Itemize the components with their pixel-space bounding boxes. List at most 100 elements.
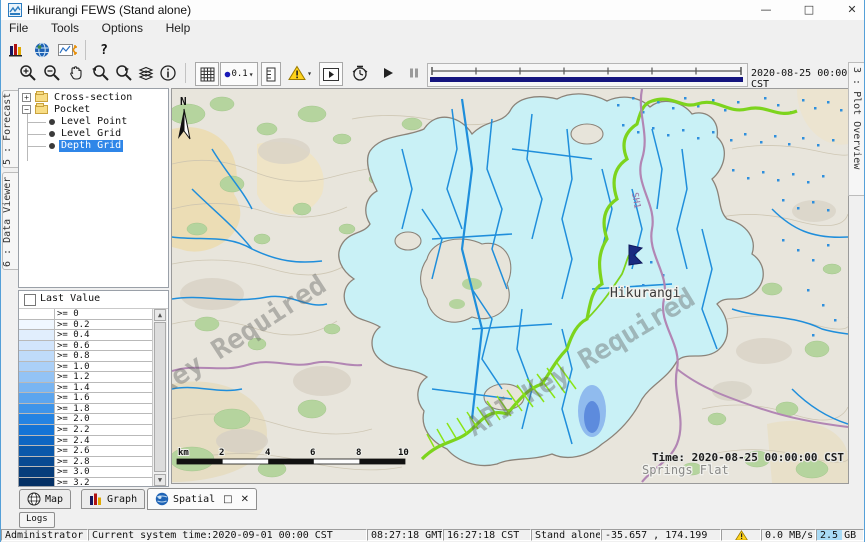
chevron-down-icon: ▾ xyxy=(307,69,312,78)
tree-node-depth-grid[interactable]: Depth Grid xyxy=(19,140,168,152)
scale-ruler-button[interactable] xyxy=(261,62,281,86)
database-chart-icon[interactable] xyxy=(5,39,27,61)
tab-maximize-icon[interactable]: □ xyxy=(223,494,232,505)
menu-bar: File Tools Options Help xyxy=(1,20,865,38)
minimize-button[interactable]: — xyxy=(746,0,786,20)
legend-swatch xyxy=(19,383,55,393)
timeline-slider[interactable] xyxy=(427,63,748,87)
animation-panel-button[interactable] xyxy=(319,62,343,86)
menu-tools[interactable]: Tools xyxy=(43,20,87,35)
map-toolbar: 0.1 ▾ ▾ xyxy=(1,60,865,89)
sidebar-tab-forecast[interactable]: 5 : Forecast xyxy=(2,90,19,168)
bar-chart-icon xyxy=(89,492,103,506)
zoom-out-icon[interactable] xyxy=(41,62,63,84)
blue-globe-icon xyxy=(155,492,169,506)
status-local-time: 16:27:18 CST xyxy=(443,529,531,541)
legend-row: >= 0.4 xyxy=(19,330,153,341)
legend-swatch xyxy=(19,320,55,330)
status-warning[interactable] xyxy=(721,529,761,541)
scroll-up-icon[interactable]: ▲ xyxy=(154,309,166,321)
status-network-speed: 0.0 MB/s xyxy=(761,529,816,541)
scroll-down-icon[interactable]: ▼ xyxy=(154,474,166,486)
tab-map[interactable]: Map xyxy=(19,489,71,509)
legend-swatch xyxy=(19,351,55,361)
svg-text:4: 4 xyxy=(265,448,271,458)
map-globe-icon[interactable] xyxy=(31,39,53,61)
sidebar-tab-plot-overview[interactable]: 3 : Plot Overview xyxy=(848,62,865,196)
legend-scrollbar[interactable]: ▲ ▼ xyxy=(152,309,167,486)
svg-text:6: 6 xyxy=(310,448,315,458)
svg-text:N: N xyxy=(180,95,187,108)
legend-row: >= 2.0 xyxy=(19,414,153,425)
depth-legend-panel: Last Value >= 0 >= 0.2 >= 0.4 >= 0.6 >= … xyxy=(18,290,169,487)
logs-row: Logs xyxy=(1,511,865,528)
zoom-previous-icon[interactable] xyxy=(89,62,111,84)
zoom-in-icon[interactable] xyxy=(17,62,39,84)
map-time-label: Time: 2020-08-25 00:00:00 CST xyxy=(652,451,844,464)
tree-node-level-point[interactable]: Level Point xyxy=(19,116,168,128)
tab-spatial[interactable]: Spatial □ ✕ xyxy=(147,488,257,510)
window-title: Hikurangi FEWS (Stand alone) xyxy=(27,3,191,17)
legend-row: >= 0.8 xyxy=(19,351,153,362)
sidebar-tab-data-viewer[interactable]: 6 : Data Viewer xyxy=(2,172,19,270)
layers-icon[interactable] xyxy=(135,62,157,84)
legend-row: >= 0.2 xyxy=(19,320,153,331)
status-bar: Administrator Current system time:2020-0… xyxy=(1,528,865,542)
logs-button[interactable]: Logs xyxy=(19,512,55,528)
legend-row: >= 1.8 xyxy=(19,404,153,415)
legend-row: >= 2.2 xyxy=(19,425,153,436)
spatial-map-view[interactable]: SH1 Hikurangi Springs Flat API Key Requi… xyxy=(171,88,849,484)
contour-interval-dropdown[interactable]: 0.1 ▾ xyxy=(220,62,258,86)
thresholds-warning-dropdown[interactable]: ▾ xyxy=(285,62,315,84)
app-logo-icon xyxy=(8,3,22,17)
legend-swatch xyxy=(19,425,55,435)
status-mode: Stand alone xyxy=(531,529,601,541)
legend-swatch xyxy=(19,362,55,372)
expand-icon[interactable]: + xyxy=(22,93,31,102)
folder-icon xyxy=(35,93,48,102)
tree-node-level-grid[interactable]: Level Grid xyxy=(19,128,168,140)
menu-help[interactable]: Help xyxy=(158,20,199,35)
status-gmt-time: 08:27:18 GMT xyxy=(367,529,443,541)
info-icon[interactable] xyxy=(157,62,179,84)
status-user: Administrator xyxy=(1,529,88,541)
timeseries-icon[interactable] xyxy=(57,39,79,61)
status-system-time: Current system time:2020-09-01 00:00 CST xyxy=(88,529,367,541)
tree-node-pocket[interactable]: − Pocket xyxy=(19,104,168,116)
last-value-checkbox[interactable] xyxy=(24,294,36,306)
app-window: Hikurangi FEWS (Stand alone) — □ ✕ File … xyxy=(0,0,865,542)
svg-text:km: km xyxy=(178,448,189,458)
svg-text:2: 2 xyxy=(219,448,224,458)
legend-row: >= 3.2 xyxy=(19,478,153,486)
menu-options[interactable]: Options xyxy=(94,20,151,35)
warning-triangle-icon xyxy=(288,65,306,81)
legend-swatch xyxy=(19,414,55,424)
legend-swatch xyxy=(19,478,55,486)
collapse-icon[interactable]: − xyxy=(22,105,31,114)
map-canvas[interactable]: SH1 Hikurangi Springs Flat API Key Requi… xyxy=(172,89,848,483)
play-button[interactable] xyxy=(377,62,399,84)
legend-swatch xyxy=(19,372,55,382)
menu-file[interactable]: File xyxy=(1,20,36,35)
last-value-label: Last Value xyxy=(40,293,100,304)
help-button[interactable]: ? xyxy=(93,39,115,61)
maximize-button[interactable]: □ xyxy=(789,0,829,20)
pause-button[interactable] xyxy=(403,62,425,84)
pan-hand-icon[interactable] xyxy=(65,62,87,84)
legend-row: >= 0.6 xyxy=(19,341,153,352)
legend-swatch xyxy=(19,330,55,340)
grid-display-button[interactable] xyxy=(195,62,219,86)
legend-swatch xyxy=(19,457,55,467)
status-memory: 2.5 GB xyxy=(816,529,864,541)
tab-close-icon[interactable]: ✕ xyxy=(241,494,249,505)
title-bar: Hikurangi FEWS (Stand alone) — □ ✕ xyxy=(1,0,865,21)
close-button[interactable]: ✕ xyxy=(832,0,865,20)
zoom-next-icon[interactable] xyxy=(113,62,135,84)
scroll-thumb[interactable] xyxy=(154,322,166,472)
tab-graph[interactable]: Graph xyxy=(81,489,145,509)
chevron-down-icon: ▾ xyxy=(249,70,254,79)
legend-row: >= 1.0 xyxy=(19,362,153,373)
legend-row: >= 0 xyxy=(19,309,153,320)
dot-icon xyxy=(224,71,231,78)
animation-timer-icon[interactable] xyxy=(349,62,371,84)
